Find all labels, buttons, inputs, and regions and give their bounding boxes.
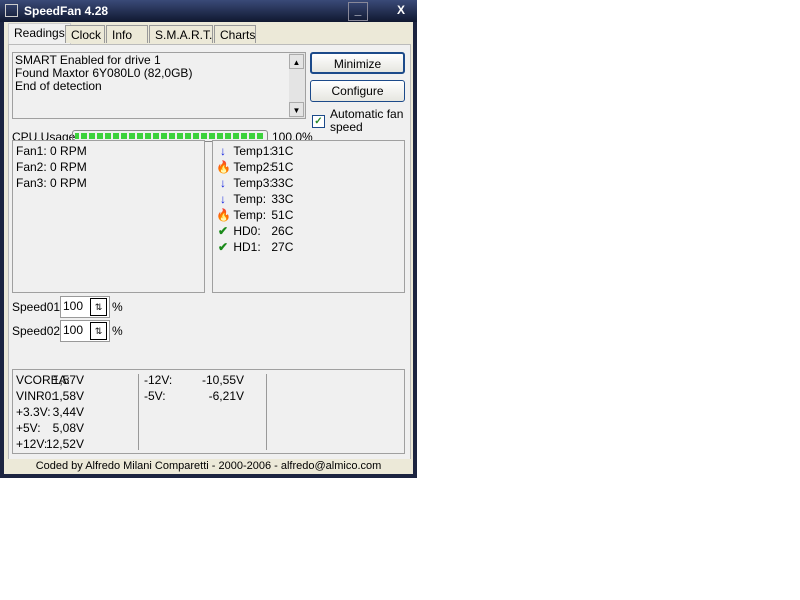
window-title: SpeedFan 4.28	[24, 4, 109, 18]
temp-reading: ↓ Temp3:33C	[216, 175, 293, 191]
fans-box: Fan1: 0 RPM Fan2: 0 RPM Fan3: 0 RPM	[12, 140, 205, 293]
fan-reading: Fan1: 0 RPM	[16, 144, 87, 158]
voltage-label: +12V:	[16, 437, 48, 451]
spin-arrows-icon[interactable]: ⇅	[90, 322, 107, 340]
temp-value: 26C	[271, 224, 294, 238]
tab-smart[interactable]: S.M.A.R.T.	[149, 25, 213, 43]
tab-info[interactable]: Info	[106, 25, 148, 43]
voltage-reading: VCOREA:1,57V	[16, 372, 84, 388]
check-icon: ✔	[217, 240, 229, 254]
temp-value: 33C	[271, 192, 294, 206]
temp-reading: ✔ HD0: 26C	[216, 223, 293, 239]
temp-reading: ↓ Temp1:31C	[216, 143, 293, 159]
spin-arrows-icon[interactable]: ⇅	[90, 298, 107, 316]
temp-reading: 🔥 Temp: 51C	[216, 207, 293, 223]
speed02-unit: %	[112, 324, 123, 338]
voltage-reading: +5V: 5,08V	[16, 420, 84, 436]
close-window-button[interactable]: X	[392, 2, 410, 19]
fire-icon: 🔥	[216, 208, 231, 222]
status-bar: Coded by Alfredo Milani Comparetti - 200…	[4, 459, 413, 474]
auto-fan-checkbox[interactable]: ✓	[312, 115, 325, 128]
arrow-down-icon: ↓	[220, 144, 226, 158]
temp-reading: ↓ Temp: 33C	[216, 191, 293, 207]
fan-reading: Fan3: 0 RPM	[16, 176, 87, 190]
temp-label: Temp:	[233, 208, 267, 222]
voltage-label: +3.3V:	[16, 405, 51, 419]
app-icon	[5, 4, 18, 17]
voltage-value: -10,55V	[202, 373, 245, 387]
speed01-unit: %	[112, 300, 123, 314]
divider	[138, 374, 139, 450]
voltage-reading: +3.3V: 3,44V	[16, 404, 84, 420]
temp-value: 51C	[271, 160, 294, 174]
title-bar[interactable]: SpeedFan 4.28 _ X	[0, 0, 417, 22]
temp-label: HD1:	[233, 240, 261, 254]
temp-label: Temp3:	[233, 176, 273, 190]
log-scrollbar[interactable]: ▲ ▼	[289, 53, 305, 118]
minimize-button[interactable]: Minimize	[310, 52, 405, 74]
log-textbox[interactable]: SMART Enabled for drive 1 Found Maxtor 6…	[12, 52, 306, 119]
tab-clock[interactable]: Clock	[65, 25, 105, 43]
temp-value: 27C	[271, 240, 294, 254]
scroll-down-icon[interactable]: ▼	[289, 102, 304, 117]
voltage-label: VCOREA:	[16, 373, 71, 387]
arrow-down-icon: ↓	[220, 192, 226, 206]
tab-charts[interactable]: Charts	[214, 25, 256, 43]
voltage-value: 1,58V	[52, 389, 84, 403]
voltage-label: -5V:	[144, 389, 166, 403]
temps-box: ↓ Temp1:31C 🔥 Temp2:51C ↓ Temp3:33C ↓ Temp:…	[212, 140, 405, 293]
temp-label: HD0:	[233, 224, 261, 238]
arrow-down-icon: ↓	[220, 176, 226, 190]
temp-reading: ✔ HD1: 27C	[216, 239, 293, 255]
temp-value: 33C	[271, 176, 294, 190]
speed01-label: Speed01:	[12, 300, 64, 314]
voltage-label: -12V:	[144, 373, 173, 387]
speed02-spinner[interactable]: 100 ⇅	[60, 320, 110, 342]
temp-label: Temp1:	[233, 144, 273, 158]
fire-icon: 🔥	[216, 160, 231, 174]
tab-readings[interactable]: Readings	[8, 23, 71, 44]
speed01-value[interactable]: 100	[63, 298, 83, 314]
fan-reading: Fan2: 0 RPM	[16, 160, 87, 174]
voltage-reading: -12V: -10,55V	[144, 372, 244, 388]
check-icon: ✔	[217, 224, 229, 238]
minimize-window-button[interactable]: _	[348, 2, 368, 21]
voltage-value: 3,44V	[52, 405, 84, 419]
temp-value: 51C	[271, 208, 294, 222]
configure-button[interactable]: Configure	[310, 80, 405, 102]
voltages-box: VCOREA:1,57V VINR0:1,58V +3.3V: 3,44V +5V: 5,…	[12, 369, 405, 454]
divider	[266, 374, 267, 450]
temp-label: Temp:	[233, 192, 267, 206]
temp-value: 31C	[271, 144, 294, 158]
voltage-value: 12,52V	[45, 437, 84, 451]
speed02-value[interactable]: 100	[63, 322, 83, 338]
speedfan-window: SpeedFan 4.28 _ X Readings Clock Info S.…	[0, 0, 417, 478]
auto-fan-label-2: speed	[330, 120, 363, 134]
temp-reading: 🔥 Temp2:51C	[216, 159, 293, 175]
speed02-label: Speed02:	[12, 324, 64, 338]
voltage-reading: VINR0:1,58V	[16, 388, 84, 404]
temp-label: Temp2:	[233, 160, 273, 174]
voltage-label: +5V:	[16, 421, 41, 435]
log-line: End of detection	[15, 79, 102, 93]
voltage-reading: +12V:12,52V	[16, 436, 84, 452]
voltage-label: VINR0:	[16, 389, 55, 403]
readings-panel: SMART Enabled for drive 1 Found Maxtor 6…	[8, 44, 411, 460]
voltage-value: -6,21V	[208, 389, 244, 403]
voltage-value: 1,57V	[52, 373, 84, 387]
voltage-value: 5,08V	[52, 421, 84, 435]
voltage-reading: -5V: -6,21V	[144, 388, 244, 404]
speed01-spinner[interactable]: 100 ⇅	[60, 296, 110, 318]
client-area: Readings Clock Info S.M.A.R.T. Charts SM…	[4, 22, 413, 474]
scroll-up-icon[interactable]: ▲	[289, 54, 304, 69]
